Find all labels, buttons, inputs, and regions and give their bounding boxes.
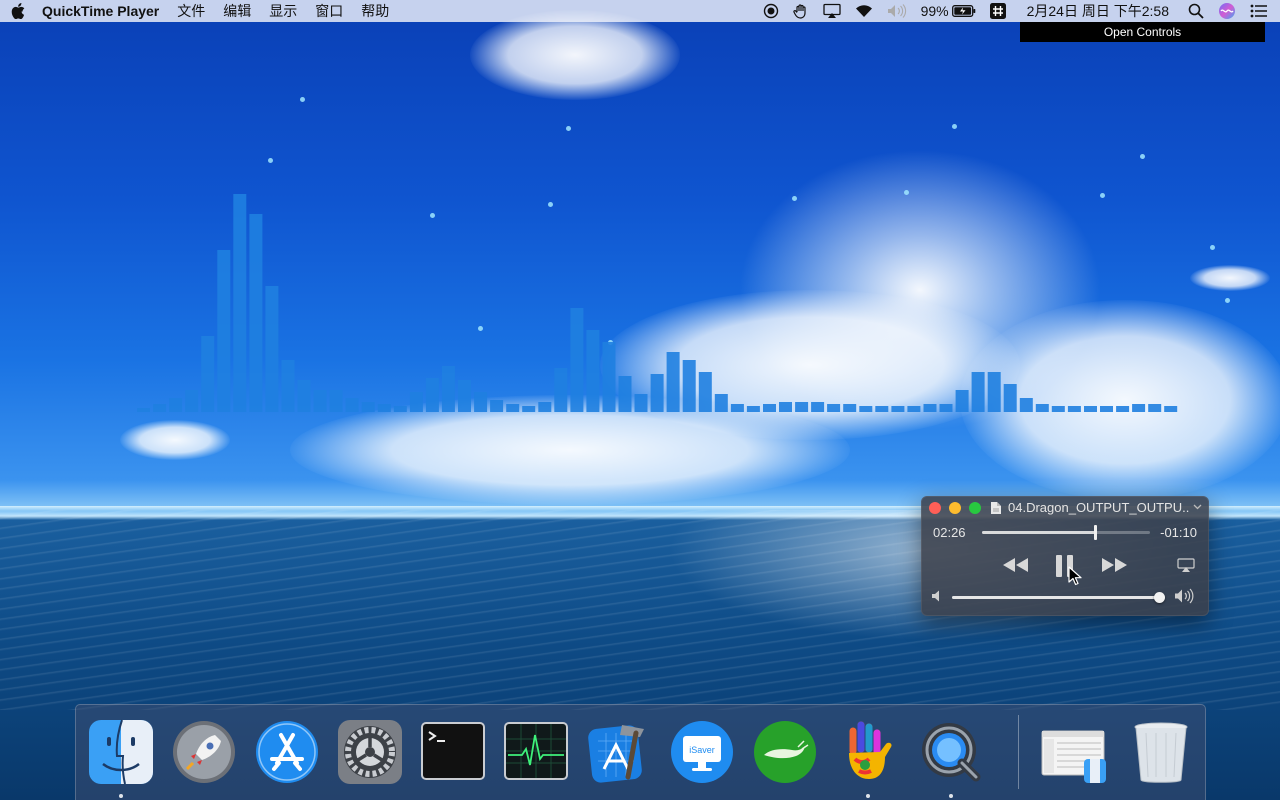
cloud (1190, 265, 1270, 291)
terminal-icon (421, 722, 485, 780)
volume-knob[interactable] (1153, 592, 1165, 603)
zoom-button[interactable] (969, 502, 981, 514)
dock-painted-hand[interactable] (833, 717, 903, 787)
dock-finder-window-thumbnail[interactable] (1038, 717, 1108, 787)
cloud (470, 10, 680, 100)
menu-help[interactable]: 帮助 (352, 0, 398, 22)
dock-terminal[interactable] (418, 717, 488, 787)
particle (952, 124, 957, 129)
running-indicator-painted-hand (866, 794, 870, 798)
open-controls-tooltip: Open Controls (1020, 22, 1265, 42)
menu-file[interactable]: 文件 (168, 0, 214, 22)
isaver-label: iSaver (689, 745, 715, 755)
running-indicator-quicktime (949, 794, 953, 798)
dock-isaver[interactable]: iSaver (667, 717, 737, 787)
chevron-down-icon[interactable] (1193, 502, 1202, 511)
elapsed-time: 02:26 (933, 525, 966, 540)
hand-icon[interactable] (786, 0, 816, 22)
battery-percent: 99% (920, 3, 949, 19)
particle (566, 126, 571, 131)
finder-window-thumbnail-icon (1041, 730, 1106, 783)
dock-quicktime[interactable] (916, 717, 986, 787)
dock-activity-monitor[interactable] (501, 717, 571, 787)
app-store-icon (256, 721, 318, 783)
painted-hand-icon (849, 721, 892, 779)
airplay-icon (1177, 557, 1195, 572)
particle (904, 190, 909, 195)
timeline-progress (982, 531, 1095, 534)
dock-whale[interactable] (750, 717, 820, 787)
record-icon[interactable] (756, 0, 786, 22)
trash-icon (1134, 722, 1188, 783)
hashtag-icon[interactable] (983, 0, 1013, 22)
rewind-button[interactable] (1001, 555, 1031, 575)
particle (1210, 245, 1215, 250)
airplay-button[interactable] (1176, 557, 1196, 573)
timeline-playhead[interactable] (1093, 525, 1097, 540)
controller-titlebar[interactable]: 04.Dragon_OUTPUT_OUTPU... (921, 496, 1209, 520)
battery-icon[interactable] (951, 0, 983, 22)
wifi-icon[interactable] (848, 0, 880, 22)
dock-trash[interactable] (1126, 717, 1196, 787)
volume-mute-icon[interactable] (880, 0, 914, 22)
notification-center-icon[interactable] (1243, 0, 1280, 22)
particle (1140, 154, 1145, 159)
document-icon (991, 502, 1001, 514)
mouse-cursor-icon (1068, 566, 1082, 586)
dock-system-preferences[interactable] (335, 717, 405, 787)
system-preferences-icon (338, 720, 402, 784)
particle (608, 340, 613, 345)
cloud (120, 420, 230, 460)
particle (1100, 193, 1105, 198)
xcode-icon (588, 725, 644, 783)
minimize-button[interactable] (949, 502, 961, 514)
particle (478, 326, 483, 331)
dock-finder[interactable] (86, 717, 156, 787)
close-button[interactable] (929, 502, 941, 514)
menu-edit[interactable]: 编辑 (214, 0, 260, 22)
fast-forward-button[interactable] (1099, 555, 1129, 575)
cloud (290, 395, 850, 505)
cloud (960, 300, 1280, 500)
activity-monitor-icon (504, 722, 568, 780)
dock: iSaver (75, 704, 1206, 800)
dock-separator (1018, 715, 1019, 789)
finder-icon (89, 719, 153, 785)
desktop-wallpaper (0, 0, 1280, 800)
particle (792, 196, 797, 201)
menu-window[interactable]: 窗口 (306, 0, 352, 22)
movie-title: 04.Dragon_OUTPUT_OUTPU... (1008, 500, 1190, 515)
apple-menu-icon[interactable] (0, 0, 36, 22)
particle (300, 97, 305, 102)
particle (548, 202, 553, 207)
menu-app-name[interactable]: QuickTime Player (36, 0, 168, 22)
particle (268, 158, 273, 163)
dock-app-store[interactable] (252, 717, 322, 787)
particle (430, 213, 435, 218)
fast-forward-icon (1102, 558, 1127, 572)
volume-high-icon (1175, 588, 1194, 604)
remaining-time: -01:10 (1160, 525, 1197, 540)
particle (1225, 298, 1230, 303)
spotlight-icon[interactable] (1181, 0, 1211, 22)
timeline-scrubber[interactable] (982, 525, 1150, 540)
dock-launchpad[interactable] (169, 717, 239, 787)
dock-xcode[interactable] (584, 717, 654, 787)
isaver-icon: iSaver (671, 721, 733, 783)
quicktime-controller: 04.Dragon_OUTPUT_OUTPU... 02:26 -01:10 (921, 496, 1209, 616)
siri-icon[interactable] (1211, 0, 1243, 22)
whale-icon (754, 721, 816, 783)
running-indicator-finder (119, 794, 123, 798)
clock-datetime[interactable]: 2月24日 周日 下午2:58 (1013, 0, 1181, 22)
volume-low-icon (932, 590, 939, 602)
menu-view[interactable]: 显示 (260, 0, 306, 22)
menu-bar: QuickTime Player 文件 编辑 显示 窗口 帮助 99% 2月24… (0, 0, 1280, 22)
launchpad-icon (173, 721, 235, 783)
airplay-icon[interactable] (816, 0, 848, 22)
rewind-icon (1003, 558, 1028, 572)
quicktime-icon (922, 723, 981, 782)
volume-slider[interactable] (952, 592, 1165, 603)
volume-level (952, 596, 1159, 599)
